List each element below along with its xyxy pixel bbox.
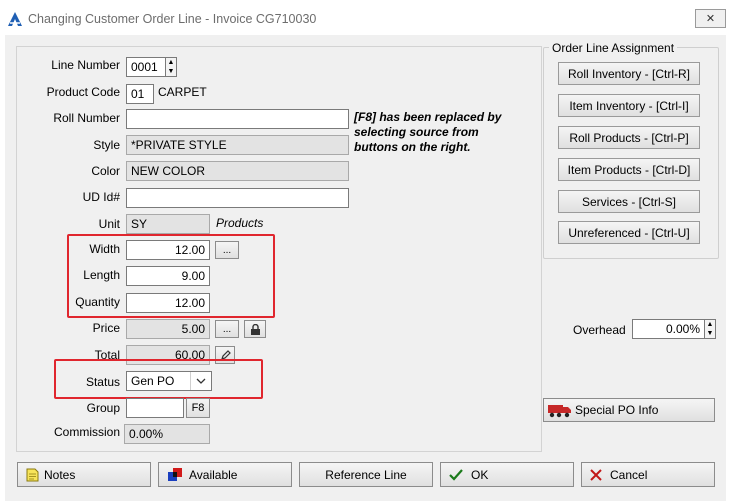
order-line-assignment-title: Order Line Assignment — [549, 41, 678, 55]
available-icon — [168, 468, 182, 481]
item-inventory-button[interactable]: Item Inventory - [Ctrl-I] — [558, 94, 700, 117]
overhead-stepper[interactable]: ▲ ▼ — [704, 319, 716, 339]
f8-note-line: buttons on the right. — [354, 140, 471, 154]
price-lock-button[interactable] — [244, 320, 266, 338]
notes-label: Notes — [44, 467, 76, 482]
roll-products-button[interactable]: Roll Products - [Ctrl-P] — [558, 126, 700, 149]
special-po-info-label: Special PO Info — [575, 403, 659, 417]
stepper-down-icon[interactable]: ▼ — [166, 67, 176, 76]
item-products-button[interactable]: Item Products - [Ctrl-D] — [558, 158, 700, 181]
commission-label: Commission — [53, 425, 120, 439]
price-label: Price — [92, 321, 120, 335]
group-label: Group — [86, 401, 120, 415]
stepper-up-icon[interactable]: ▲ — [166, 58, 176, 67]
line-number-label: Line Number — [51, 58, 120, 72]
overhead-field[interactable]: 0.00% — [632, 319, 705, 339]
app-logo-icon — [7, 11, 23, 27]
notes-button[interactable]: Notes — [17, 462, 151, 487]
group-f8-button[interactable]: F8 — [186, 398, 210, 418]
roll-number-field[interactable] — [126, 109, 349, 129]
title-bar: Changing Customer Order Line - Invoice C… — [0, 0, 731, 35]
ud-id-field[interactable] — [126, 188, 349, 208]
price-lookup-button[interactable]: ... — [215, 320, 239, 338]
window-title: Changing Customer Order Line - Invoice C… — [28, 12, 317, 26]
close-icon: ✕ — [705, 13, 716, 25]
overhead-label: Overhead — [573, 323, 626, 337]
product-code-field[interactable]: 01 — [126, 84, 154, 104]
product-code-label: Product Code — [46, 85, 120, 99]
stepper-down-icon[interactable]: ▼ — [705, 329, 715, 338]
lock-icon — [250, 323, 260, 335]
truck-icon — [548, 405, 571, 418]
highlight-box-dimensions — [67, 234, 275, 318]
price-field: 5.00 — [126, 319, 210, 339]
color-label: Color — [91, 164, 120, 178]
available-button[interactable]: Available — [158, 462, 292, 487]
available-label: Available — [189, 467, 238, 482]
f8-note: [F8] has been replaced by selecting sour… — [354, 110, 501, 155]
ok-label: OK — [471, 467, 489, 482]
ud-id-label: UD Id# — [82, 190, 120, 204]
close-button[interactable]: ✕ — [695, 9, 726, 28]
note-icon — [26, 468, 39, 481]
unit-label: Unit — [98, 217, 120, 231]
reference-line-button[interactable]: Reference Line — [299, 462, 433, 487]
special-po-info-button[interactable]: Special PO Info — [543, 398, 715, 422]
stepper-up-icon[interactable]: ▲ — [705, 320, 715, 329]
highlight-box-status — [54, 359, 263, 399]
ok-button[interactable]: OK — [440, 462, 574, 487]
cancel-label: Cancel — [610, 467, 648, 482]
check-icon — [449, 468, 463, 481]
color-field: NEW COLOR — [126, 161, 349, 181]
commission-field: 0.00% — [124, 424, 210, 444]
roll-number-label: Roll Number — [53, 111, 120, 125]
line-number-field[interactable]: 0001 — [126, 57, 166, 77]
unreferenced-button[interactable]: Unreferenced - [Ctrl-U] — [558, 221, 700, 244]
group-field[interactable] — [126, 398, 184, 418]
roll-inventory-button[interactable]: Roll Inventory - [Ctrl-R] — [558, 62, 700, 85]
product-name: CARPET — [158, 85, 207, 99]
style-field: *PRIVATE STYLE — [126, 135, 349, 155]
style-label: Style — [93, 138, 120, 152]
cancel-button[interactable]: Cancel — [581, 462, 715, 487]
cancel-x-icon — [590, 468, 602, 481]
f8-note-line: selecting source from — [354, 125, 479, 139]
f8-note-line: [F8] has been replaced by — [354, 110, 502, 124]
services-button[interactable]: Services - [Ctrl-S] — [558, 190, 700, 213]
unit-note: Products — [216, 216, 264, 230]
line-number-stepper[interactable]: ▲ ▼ — [165, 57, 177, 77]
unit-field: SY — [126, 214, 210, 234]
